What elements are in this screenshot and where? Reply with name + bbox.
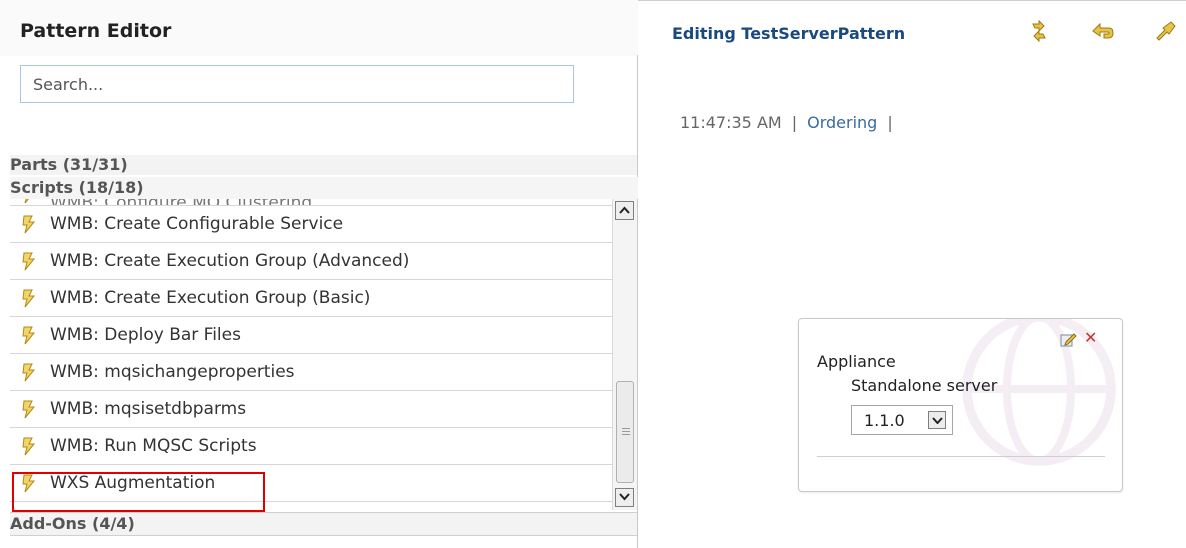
- ordering-link[interactable]: Ordering: [807, 113, 877, 132]
- list-item-label: WMB: Run MQSC Scripts: [50, 436, 257, 456]
- list-item[interactable]: WMB: Create Execution Group (Basic): [10, 280, 612, 317]
- search-input[interactable]: [20, 65, 574, 103]
- status-separator: |: [791, 113, 798, 132]
- card-divider: [817, 456, 1105, 457]
- list-item[interactable]: WMB: Create Execution Group (Advanced): [10, 243, 612, 280]
- editing-title: Editing TestServerPattern: [672, 24, 906, 43]
- scroll-up-button[interactable]: [615, 201, 634, 220]
- close-icon[interactable]: ✕: [1084, 330, 1100, 346]
- script-icon: [18, 398, 40, 420]
- script-icon: [18, 250, 40, 272]
- list-item-wxs-augmentation[interactable]: WXS Augmentation: [10, 465, 612, 502]
- list-item[interactable]: WMB: Deploy Bar Files: [10, 317, 612, 354]
- list-item-label: WMB: Create Configurable Service: [50, 214, 344, 234]
- dropdown-button[interactable]: [928, 411, 946, 429]
- list-item[interactable]: WMB: mqsichangeproperties: [10, 354, 612, 391]
- grip-icon: [622, 428, 630, 429]
- part-subtitle: Standalone server: [851, 376, 998, 395]
- list-item[interactable]: WMB: Run MQSC Scripts: [10, 428, 612, 465]
- list-item-label: WMB: Create Execution Group (Basic): [50, 288, 371, 308]
- chevron-up-icon: [619, 206, 630, 214]
- version-value: 1.1.0: [864, 411, 905, 430]
- list-item-label: WMB: Deploy Bar Files: [50, 325, 241, 345]
- script-icon: [18, 287, 40, 309]
- scrollbar[interactable]: [612, 198, 637, 510]
- section-addons-header[interactable]: Add-Ons (4/4): [10, 512, 638, 536]
- undo-icon[interactable]: [1090, 18, 1116, 44]
- script-icon: [18, 435, 40, 457]
- list-item-label: WMB: mqsisetdbparms: [50, 399, 247, 419]
- scripts-list: WMB: Configure MQ Clustering WMB: Create…: [10, 188, 612, 510]
- list-item[interactable]: WMB: mqsisetdbparms: [10, 391, 612, 428]
- status-bar: 11:47:35 AM | Ordering |: [680, 113, 903, 132]
- status-time: 11:47:35 AM: [680, 113, 782, 132]
- section-parts-header[interactable]: Parts (31/31): [10, 155, 638, 175]
- pattern-editor-panel: Pattern Editor Parts (31/31) WMB: Config…: [0, 0, 638, 548]
- section-scripts-header[interactable]: Scripts (18/18): [10, 177, 638, 199]
- scrollbar-thumb[interactable]: [616, 381, 634, 483]
- panel-title: Pattern Editor: [20, 20, 172, 42]
- script-icon: [18, 361, 40, 383]
- edit-icon[interactable]: [1059, 331, 1077, 349]
- layout-icon[interactable]: [1153, 18, 1179, 44]
- version-select[interactable]: 1.1.0: [851, 405, 953, 435]
- refresh-icon[interactable]: [1026, 18, 1052, 44]
- panel-header: Pattern Editor: [0, 0, 638, 56]
- list-item-label: WMB: Create Execution Group (Advanced): [50, 251, 410, 271]
- pane-divider[interactable]: [637, 55, 638, 548]
- script-icon: [18, 213, 40, 235]
- chevron-down-icon: [619, 493, 630, 501]
- list-item-label: WXS Augmentation: [50, 473, 216, 493]
- list-item[interactable]: WMB: Create Configurable Service: [10, 206, 612, 243]
- chevron-down-icon: [932, 417, 943, 424]
- part-card[interactable]: ✕ Appliance Standalone server 1.1.0: [798, 318, 1123, 492]
- scroll-down-button[interactable]: [615, 488, 634, 507]
- script-icon: [18, 324, 40, 346]
- status-separator: |: [887, 113, 893, 132]
- part-title: Appliance: [817, 352, 896, 371]
- list-item-label: WMB: mqsichangeproperties: [50, 362, 295, 382]
- script-icon: [18, 472, 40, 494]
